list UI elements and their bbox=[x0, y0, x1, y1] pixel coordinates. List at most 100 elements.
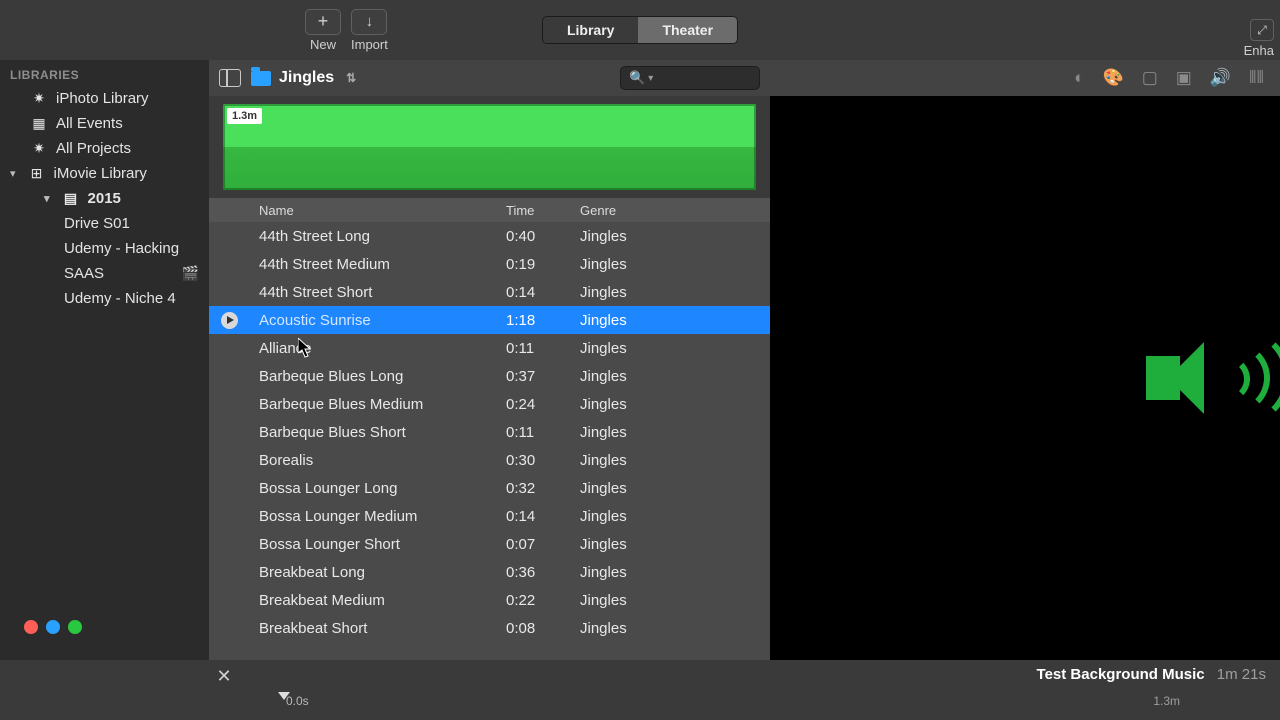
track-name: Bossa Lounger Short bbox=[249, 536, 506, 553]
sidebar-header: LIBRARIES bbox=[0, 60, 209, 86]
table-row[interactable]: Breakbeat Short0:08Jingles bbox=[209, 614, 770, 642]
waveform-preview[interactable]: 1.3m bbox=[209, 96, 770, 198]
col-name[interactable]: Name bbox=[249, 203, 506, 218]
table-row[interactable]: Bossa Lounger Short0:07Jingles bbox=[209, 530, 770, 558]
track-name: Barbeque Blues Medium bbox=[249, 396, 506, 413]
table-row[interactable]: Alliance0:11Jingles bbox=[209, 334, 770, 362]
sort-icon: ⇅ bbox=[346, 71, 356, 85]
preview-pane: ◐ 🎨 ▢ ▣ 🔊 ⦀⦀ bbox=[770, 60, 1280, 660]
table-row[interactable]: 44th Street Medium0:19Jingles bbox=[209, 250, 770, 278]
close-dot[interactable] bbox=[24, 620, 38, 634]
folder-breadcrumb[interactable]: Jingles ⇅ bbox=[251, 69, 356, 87]
tab-theater[interactable]: Theater bbox=[638, 17, 737, 43]
track-genre: Jingles bbox=[580, 508, 770, 525]
table-row[interactable]: Breakbeat Medium0:22Jingles bbox=[209, 586, 770, 614]
panel-toggle-icon[interactable] bbox=[219, 69, 241, 87]
table-row[interactable]: Acoustic Sunrise1:18Jingles bbox=[209, 306, 770, 334]
balance-icon[interactable]: ◐ bbox=[1074, 68, 1084, 88]
sidebar-item[interactable]: Udemy - Niche 4 bbox=[0, 286, 209, 311]
project-title: Test Background Music bbox=[1037, 666, 1205, 683]
track-name: Borealis bbox=[249, 452, 506, 469]
track-time: 0:07 bbox=[506, 536, 580, 553]
track-name: Bossa Lounger Medium bbox=[249, 508, 506, 525]
track-genre: Jingles bbox=[580, 340, 770, 357]
sidebar-item[interactable]: ▦All Events bbox=[0, 111, 209, 136]
tab-library[interactable]: Library bbox=[543, 17, 638, 43]
camera-icon[interactable]: ▣ bbox=[1176, 68, 1192, 88]
volume-icon[interactable]: 🔊 bbox=[1210, 68, 1231, 88]
track-name: Alliance bbox=[249, 340, 506, 357]
track-name: 44th Street Medium bbox=[249, 256, 506, 273]
table-row[interactable]: Barbeque Blues Medium0:24Jingles bbox=[209, 390, 770, 418]
folder-name: Jingles bbox=[279, 69, 334, 87]
color-icon[interactable]: 🎨 bbox=[1103, 68, 1124, 88]
timeline-start: 0.0s bbox=[286, 694, 309, 708]
sidebar-item[interactable]: ✷ iPhoto Library bbox=[0, 86, 209, 111]
timeline[interactable]: 0.0s 1.3m bbox=[230, 698, 1280, 720]
table-row[interactable]: Bossa Lounger Long0:32Jingles bbox=[209, 474, 770, 502]
equalizer-icon[interactable]: ⦀⦀ bbox=[1249, 68, 1264, 88]
track-genre: Jingles bbox=[580, 452, 770, 469]
sidebar-item[interactable]: ▤2015 bbox=[0, 186, 209, 211]
sidebar-item-label: iPhoto Library bbox=[56, 90, 149, 107]
sidebar-item[interactable]: Udemy - Hacking bbox=[0, 236, 209, 261]
table-row[interactable]: Barbeque Blues Long0:37Jingles bbox=[209, 362, 770, 390]
sidebar-item[interactable]: ⊞iMovie Library bbox=[0, 161, 209, 186]
track-time: 0:11 bbox=[506, 424, 580, 441]
search-input[interactable]: 🔍 ▾ bbox=[620, 66, 760, 90]
table-row[interactable]: Borealis0:30Jingles bbox=[209, 446, 770, 474]
track-genre: Jingles bbox=[580, 312, 770, 329]
col-genre[interactable]: Genre bbox=[580, 203, 770, 218]
track-genre: Jingles bbox=[580, 396, 770, 413]
table-row[interactable]: Breakbeat Long0:36Jingles bbox=[209, 558, 770, 586]
track-time: 0:32 bbox=[506, 480, 580, 497]
table-row[interactable]: Bossa Lounger Medium0:14Jingles bbox=[209, 502, 770, 530]
sidebar-item-label: Drive S01 bbox=[64, 215, 130, 232]
track-genre: Jingles bbox=[580, 564, 770, 581]
new-button[interactable]: + New bbox=[305, 9, 341, 52]
footer: ✕ Test Background Music 1m 21s 0.0s 1.3m bbox=[0, 660, 1280, 720]
library-icon: ⊞ bbox=[28, 165, 46, 182]
track-name: Breakbeat Short bbox=[249, 620, 506, 637]
import-button[interactable]: ↓ Import bbox=[351, 9, 388, 52]
viewer bbox=[770, 96, 1280, 660]
sidebar-item[interactable]: SAAS🎬 bbox=[0, 261, 209, 286]
download-icon: ↓ bbox=[366, 13, 374, 30]
library-icon: ▦ bbox=[30, 115, 48, 132]
project-length: 1m 21s bbox=[1217, 666, 1266, 683]
close-timeline-button[interactable]: ✕ bbox=[209, 660, 239, 687]
browser-toolbar: Jingles ⇅ 🔍 ▾ bbox=[209, 60, 770, 96]
table-row[interactable]: 44th Street Short0:14Jingles bbox=[209, 278, 770, 306]
track-name: Acoustic Sunrise bbox=[249, 312, 506, 329]
tracks-table: Name Time Genre 44th Street Long0:40Jing… bbox=[209, 198, 770, 660]
expand-icon: ⤢ bbox=[1257, 23, 1267, 38]
min-dot[interactable] bbox=[46, 620, 60, 634]
table-row[interactable]: Barbeque Blues Short0:11Jingles bbox=[209, 418, 770, 446]
track-time: 0:08 bbox=[506, 620, 580, 637]
sidebar-item[interactable]: Drive S01 bbox=[0, 211, 209, 236]
track-time: 0:22 bbox=[506, 592, 580, 609]
library-icon: ✷ bbox=[30, 140, 48, 157]
track-name: Breakbeat Medium bbox=[249, 592, 506, 609]
crop-icon[interactable]: ▢ bbox=[1142, 68, 1158, 88]
sidebar-item[interactable]: ✷All Projects bbox=[0, 136, 209, 161]
track-genre: Jingles bbox=[580, 424, 770, 441]
track-time: 0:24 bbox=[506, 396, 580, 413]
zoom-dot[interactable] bbox=[68, 620, 82, 634]
enhance-label: Enha bbox=[1244, 43, 1274, 58]
col-time[interactable]: Time bbox=[506, 203, 580, 218]
track-genre: Jingles bbox=[580, 368, 770, 385]
track-time: 0:11 bbox=[506, 340, 580, 357]
track-name: 44th Street Short bbox=[249, 284, 506, 301]
play-cell[interactable] bbox=[209, 312, 249, 329]
folder-icon bbox=[251, 71, 271, 86]
table-row[interactable]: 44th Street Long0:40Jingles bbox=[209, 222, 770, 250]
enhance-button[interactable]: ⤢ Enha bbox=[1244, 19, 1280, 58]
track-time: 0:14 bbox=[506, 284, 580, 301]
track-name: Bossa Lounger Long bbox=[249, 480, 506, 497]
library-icon: ✷ bbox=[30, 90, 48, 107]
new-label: New bbox=[310, 37, 336, 52]
table-header: Name Time Genre bbox=[209, 198, 770, 222]
sidebar-item-label: Udemy - Hacking bbox=[64, 240, 179, 257]
track-genre: Jingles bbox=[580, 620, 770, 637]
